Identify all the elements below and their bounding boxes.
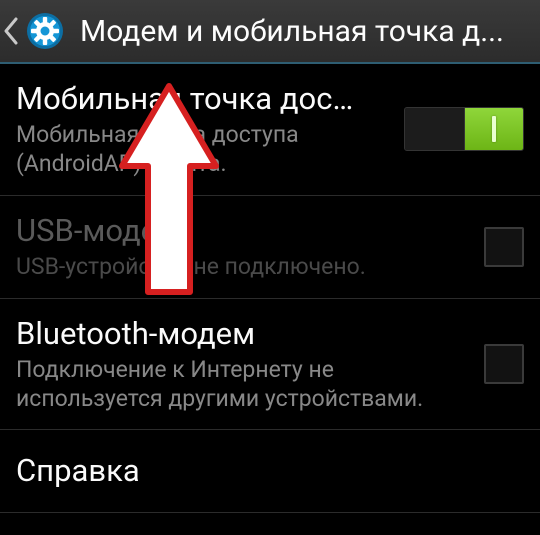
row-title: Мобильная точка дос… [16,80,392,117]
page-title: Модем и мобильная точка д... [74,14,534,49]
row-mobile-hotspot[interactable]: Мобильная точка дос… Мобильная точка дос… [0,64,540,196]
action-bar: Модем и мобильная точка д... [0,0,540,64]
row-widget [404,107,524,151]
chevron-left-icon [2,17,20,45]
row-title: Bluetooth-модем [16,315,472,352]
row-help[interactable]: Справка [0,430,540,512]
row-usb-tethering: USB-модем USB-устройство не подключено. [0,196,540,299]
gear-icon [24,10,66,52]
back-button[interactable] [0,0,74,62]
row-widget [484,344,524,384]
row-text: USB-модем USB-устройство не подключено. [16,212,484,282]
row-text: Справка [16,452,524,489]
row-text: Мобильная точка дос… Мобильная точка дос… [16,80,404,179]
usb-checkbox [484,227,524,267]
toggle-on-side [464,108,524,150]
hotspot-toggle[interactable] [404,107,524,151]
row-bluetooth-tethering[interactable]: Bluetooth-модем Подключение к Интернету … [0,299,540,431]
settings-list: Мобильная точка дос… Мобильная точка дос… [0,64,540,513]
bt-checkbox[interactable] [484,344,524,384]
row-widget [484,227,524,267]
row-title: Справка [16,452,512,489]
row-subtitle: Мобильная точка доступа (AndroidAP) заня… [16,121,392,179]
row-subtitle: Подключение к Интернету не используется … [16,356,472,414]
row-text: Bluetooth-модем Подключение к Интернету … [16,315,484,414]
row-subtitle: USB-устройство не подключено. [16,253,472,282]
row-title: USB-модем [16,212,472,249]
toggle-off-side [405,108,464,150]
